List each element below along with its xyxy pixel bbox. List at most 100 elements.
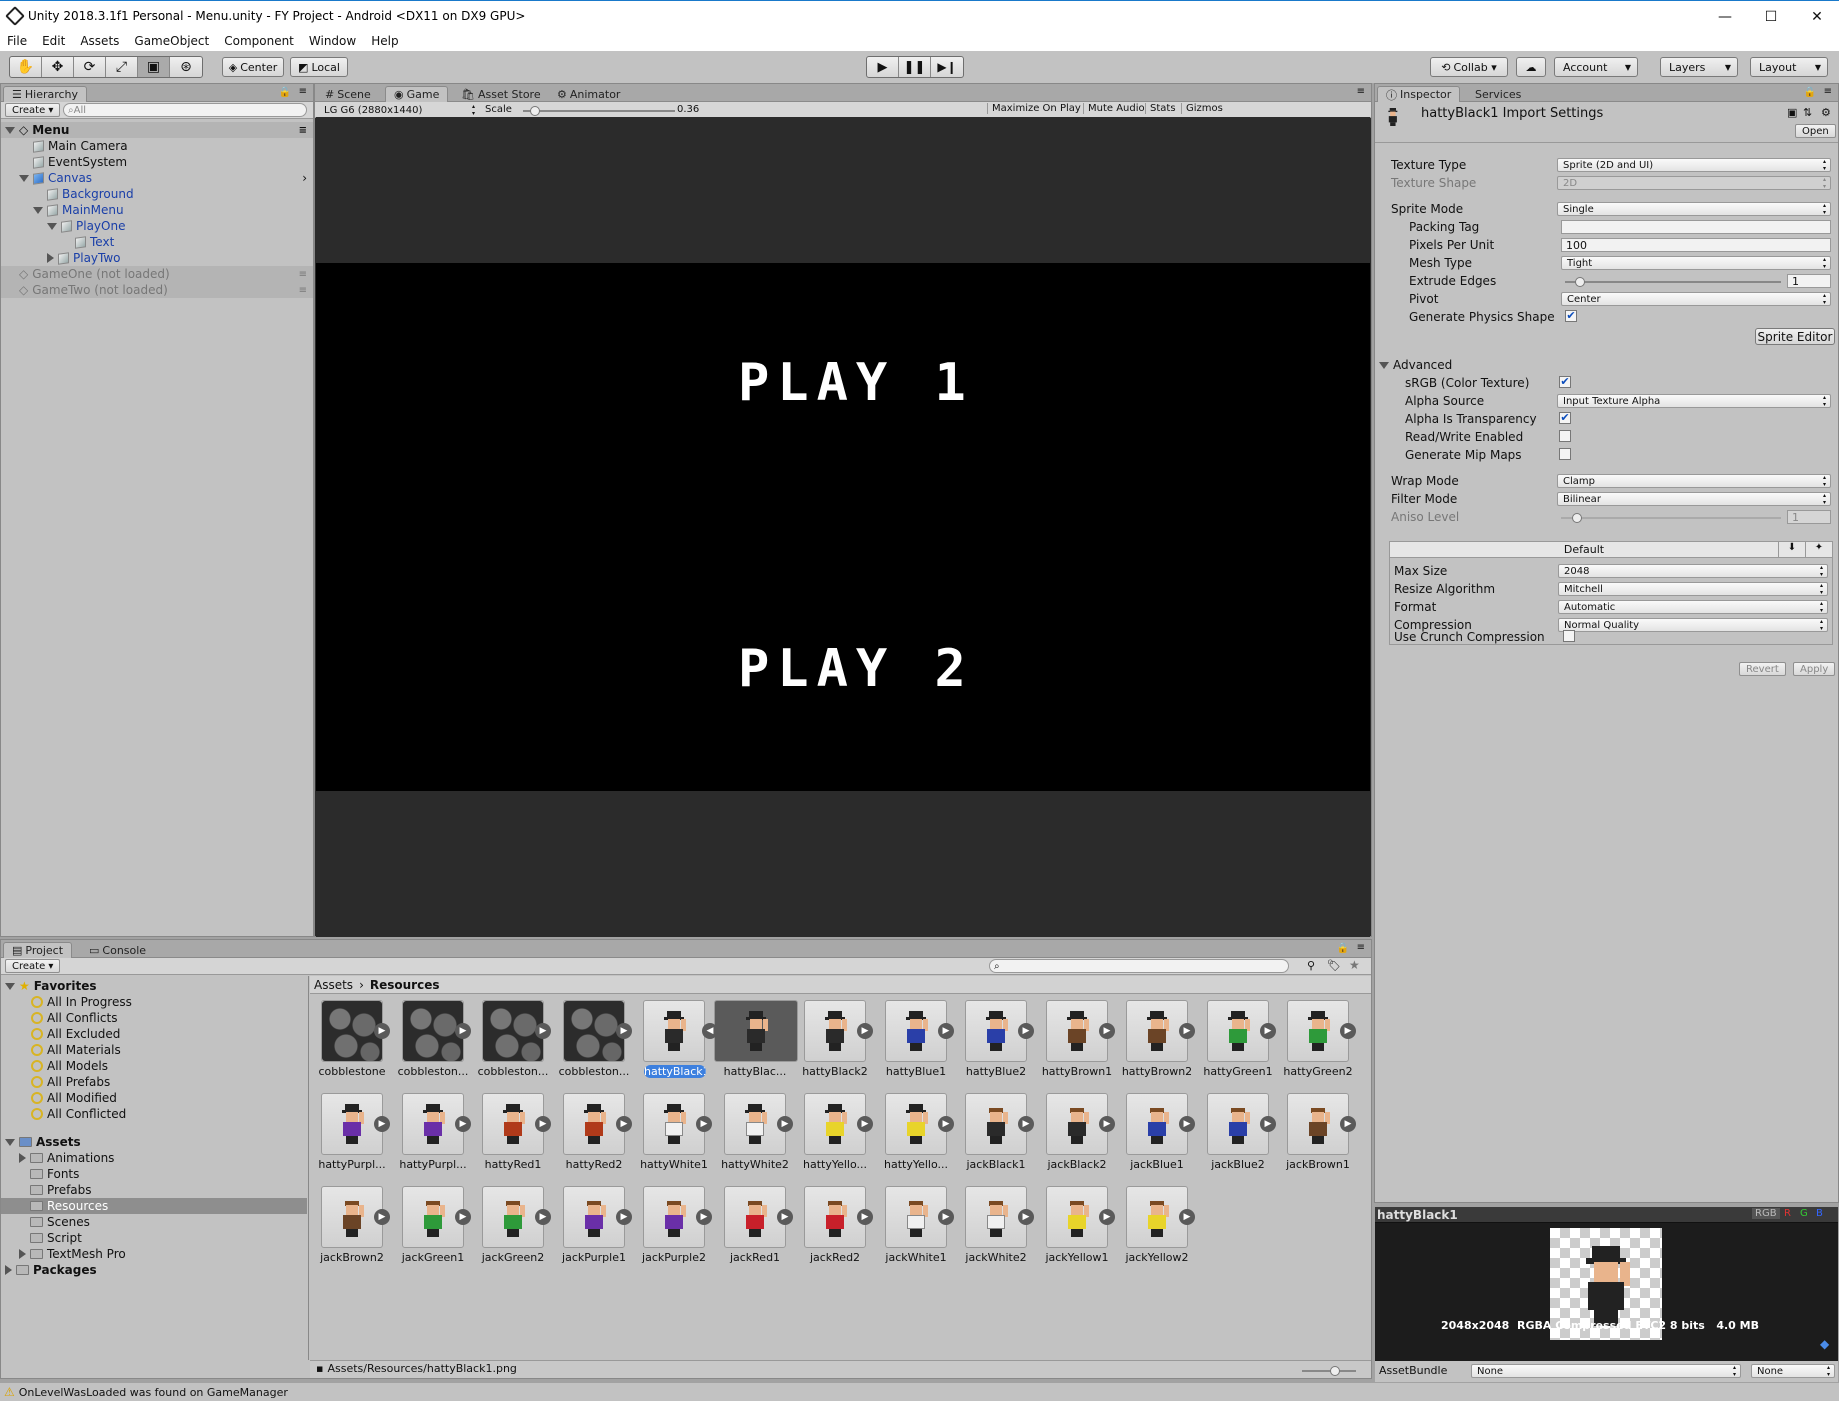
asset-item[interactable]: ▶ jackYellow1 <box>1035 1186 1115 1276</box>
revert-button[interactable]: Revert <box>1739 662 1786 676</box>
asset-item[interactable]: ▶ jackBlue1 <box>1115 1093 1195 1183</box>
scene-menu-icon[interactable]: ≡ <box>299 269 307 280</box>
compression-dropdown[interactable]: Normal Quality <box>1558 618 1828 632</box>
hierarchy-row[interactable]: MainMenu <box>1 202 313 218</box>
asset-item[interactable]: ▶ jackGreen1 <box>391 1186 471 1276</box>
favorite-item[interactable]: All Materials <box>1 1042 307 1058</box>
asset-item[interactable]: ▶ hattyWhite2 <box>713 1093 793 1183</box>
asset-item[interactable]: ▶ cobblestone <box>310 1000 390 1090</box>
filter-label-icon[interactable]: 🏷 <box>1327 959 1341 972</box>
expand-arrow-icon[interactable]: ▶ <box>374 1023 390 1039</box>
gear-icon[interactable]: ⚙ <box>1821 106 1831 119</box>
extrude-field[interactable]: 1 <box>1787 274 1831 288</box>
panel-menu-icon[interactable]: ≡ <box>1357 942 1365 953</box>
asset-item[interactable]: ▶ hattyPurpl... <box>310 1093 390 1183</box>
assets-header[interactable]: Assets <box>1 1134 308 1150</box>
android-icon[interactable]: ✦ <box>1805 542 1832 557</box>
preset-icon[interactable]: ⇅ <box>1803 106 1812 119</box>
expand-arrow-icon[interactable]: ▶ <box>938 1023 954 1039</box>
hierarchy-row[interactable]: PlayTwo <box>1 250 313 266</box>
folder-item[interactable]: Prefabs <box>1 1182 307 1198</box>
mesh-type-dropdown[interactable]: Tight <box>1561 256 1831 270</box>
asset-item[interactable]: ▶ jackWhite2 <box>954 1186 1034 1276</box>
expand-arrow-icon[interactable]: ▶ <box>535 1209 551 1225</box>
expand-arrow-icon[interactable]: ▶ <box>777 1116 793 1132</box>
favorite-item[interactable]: All Excluded <box>1 1026 307 1042</box>
asset-item[interactable]: ▶ jackPurple1 <box>552 1186 632 1276</box>
asset-item[interactable]: ▶ jackGreen2 <box>471 1186 551 1276</box>
hierarchy-search-input[interactable]: ⌕ All <box>63 103 307 117</box>
panel-menu-icon[interactable]: ≡ <box>1824 86 1832 97</box>
expand-arrow-icon[interactable]: ▶ <box>857 1116 873 1132</box>
hierarchy-row[interactable]: ◇ GameOne (not loaded) ≡ <box>1 266 313 282</box>
foldout-arrow-icon[interactable] <box>33 206 43 214</box>
expand-arrow-icon[interactable]: ◀ <box>702 1023 718 1039</box>
g-channel-toggle[interactable]: G <box>1800 1208 1808 1219</box>
menu-edit[interactable]: Edit <box>35 34 73 48</box>
breadcrumb-assets[interactable]: Assets <box>314 978 353 992</box>
asset-item[interactable]: ▶ jackPurple2 <box>632 1186 712 1276</box>
srgb-checkbox[interactable]: ✔ <box>1559 376 1571 388</box>
expand-arrow-icon[interactable]: ▶ <box>1099 1116 1115 1132</box>
expand-arrow-icon[interactable]: ▶ <box>857 1023 873 1039</box>
tag-icon[interactable]: ◆ <box>1820 1337 1829 1351</box>
asset-item[interactable]: ◀ hattyBlack1 <box>632 1000 718 1090</box>
asset-item[interactable]: ▶ hattyBlue2 <box>954 1000 1034 1090</box>
wrap-mode-dropdown[interactable]: Clamp <box>1557 474 1831 488</box>
help-icon[interactable]: ▣ <box>1787 106 1797 119</box>
hierarchy-row[interactable]: Main Camera <box>1 138 313 154</box>
asset-item[interactable]: ▶ jackBrown2 <box>310 1186 390 1276</box>
r-channel-toggle[interactable]: R <box>1784 1208 1791 1219</box>
scene-menu-icon[interactable]: ≡ <box>299 285 307 296</box>
panel-menu-icon[interactable]: ≡ <box>1357 86 1365 97</box>
hierarchy-row[interactable]: Canvas › <box>1 170 313 186</box>
expand-arrow-icon[interactable]: ▶ <box>1018 1209 1034 1225</box>
asset-item[interactable]: ▶ hattyBrown1 <box>1035 1000 1115 1090</box>
asset-item[interactable]: ▶ hattyGreen1 <box>1196 1000 1276 1090</box>
asset-item[interactable]: ▶ jackRed2 <box>793 1186 873 1276</box>
expand-arrow-icon[interactable]: ▶ <box>1099 1023 1115 1039</box>
account-dropdown[interactable]: Account ▼ <box>1554 57 1638 77</box>
expand-arrow-icon[interactable]: ▶ <box>857 1209 873 1225</box>
mipmaps-checkbox[interactable] <box>1559 448 1571 460</box>
alpha-transparency-checkbox[interactable]: ✔ <box>1559 412 1571 424</box>
expand-arrow-icon[interactable]: ▶ <box>1260 1023 1276 1039</box>
tab-asset-store[interactable]: 🛍 Asset Store <box>453 86 549 102</box>
expand-arrow-icon[interactable]: ▶ <box>455 1209 471 1225</box>
favorite-item[interactable]: All Prefabs <box>1 1074 307 1090</box>
packages-header[interactable]: Packages <box>1 1262 308 1278</box>
hierarchy-create-button[interactable]: Create ▾ <box>5 103 61 117</box>
asset-item[interactable]: ▶ jackBrown1 <box>1276 1093 1356 1183</box>
expand-arrow-icon[interactable]: ▶ <box>1099 1209 1115 1225</box>
folder-item[interactable]: Fonts <box>1 1166 307 1182</box>
pivot-center-button[interactable]: ◈ Center <box>222 57 284 77</box>
minimize-button[interactable]: — <box>1702 1 1748 32</box>
stats-toggle[interactable]: Stats <box>1145 103 1176 114</box>
resolution-dropdown[interactable]: LG G6 (2880x1440) <box>319 103 479 117</box>
maximize-button[interactable]: ☐ <box>1748 1 1794 32</box>
favorite-item[interactable]: All In Progress <box>1 994 307 1010</box>
texture-type-dropdown[interactable]: Sprite (2D and UI) <box>1557 158 1831 172</box>
menu-file[interactable]: File <box>0 34 35 48</box>
lock-icon[interactable]: 🔒 <box>279 87 291 98</box>
favorite-item[interactable]: All Modified <box>1 1090 307 1106</box>
step-icon[interactable]: ▶❙ <box>931 57 963 77</box>
filter-type-icon[interactable]: ⚲ <box>1307 959 1315 972</box>
hierarchy-row[interactable]: PlayOne <box>1 218 313 234</box>
sprite-mode-dropdown[interactable]: Single <box>1557 202 1831 216</box>
foldout-arrow-icon[interactable] <box>19 1153 26 1163</box>
maximize-on-play-toggle[interactable]: Maximize On Play <box>987 103 1081 114</box>
tab-scene[interactable]: # Scene <box>317 86 379 102</box>
expand-arrow-icon[interactable]: ▶ <box>696 1209 712 1225</box>
resize-algorithm-dropdown[interactable]: Mitchell <box>1558 582 1828 596</box>
tab-platform-default[interactable]: Default <box>1390 543 1778 556</box>
expand-arrow-icon[interactable]: ▶ <box>1018 1116 1034 1132</box>
advanced-foldout[interactable]: Advanced <box>1379 358 1452 372</box>
favorites-header[interactable]: ★ Favorites <box>1 978 308 994</box>
expand-arrow-icon[interactable]: ▶ <box>938 1116 954 1132</box>
rotate-tool-icon[interactable]: ⟳ <box>74 57 106 77</box>
asset-item[interactable]: ▶ hattyGreen2 <box>1276 1000 1356 1090</box>
close-button[interactable]: ✕ <box>1794 1 1839 32</box>
format-dropdown[interactable]: Automatic <box>1558 600 1828 614</box>
asset-item[interactable]: ▶ hattyBlue1 <box>874 1000 954 1090</box>
